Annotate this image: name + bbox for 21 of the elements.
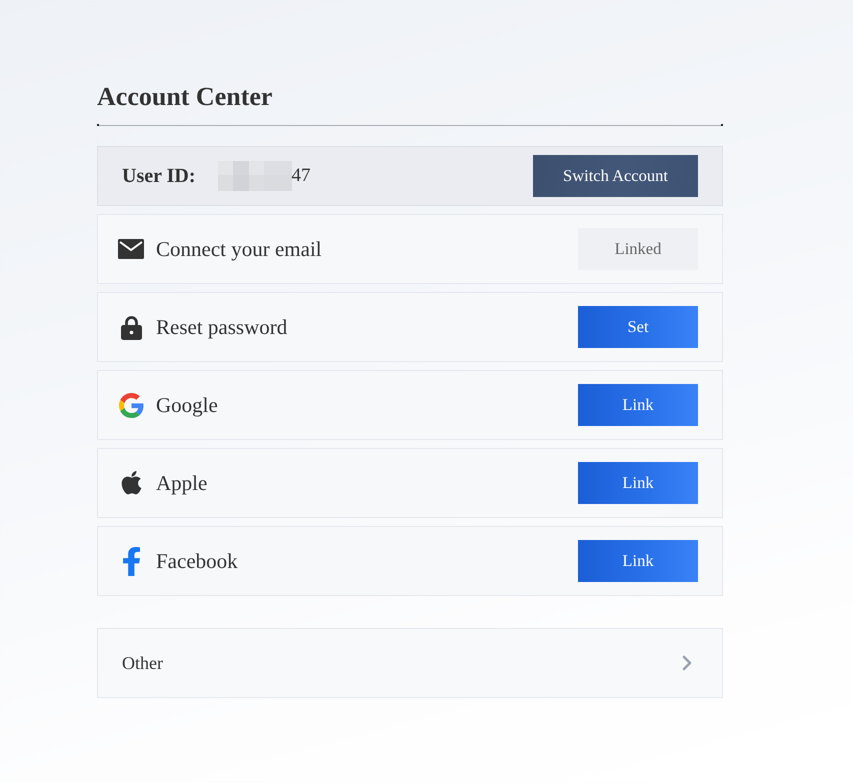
user-id-value: 47	[292, 165, 312, 187]
google-logo-icon	[118, 392, 144, 418]
apple-logo-icon	[120, 470, 142, 496]
binding-label: Reset password	[156, 314, 288, 340]
switch-account-button[interactable]: Switch Account	[533, 155, 698, 197]
linked-button[interactable]: Linked	[578, 228, 698, 270]
user-id-label: User ID:	[122, 164, 196, 188]
page-title: Account Center	[97, 81, 272, 113]
envelope-icon	[118, 239, 144, 259]
facebook-logo-icon	[122, 546, 140, 576]
binding-label: Apple	[156, 470, 208, 496]
binding-label: Facebook	[156, 548, 239, 574]
link-button[interactable]: Link	[578, 462, 698, 504]
link-button[interactable]: Link	[578, 384, 698, 426]
other-menu-item[interactable]: Other	[97, 628, 723, 698]
chevron-right-icon	[682, 655, 692, 671]
binding-label: Connect your email	[156, 236, 323, 262]
link-button[interactable]: Set	[578, 306, 698, 348]
padlock-icon	[120, 314, 142, 340]
link-button[interactable]: Link	[578, 540, 698, 582]
binding-label: Google	[156, 392, 219, 418]
